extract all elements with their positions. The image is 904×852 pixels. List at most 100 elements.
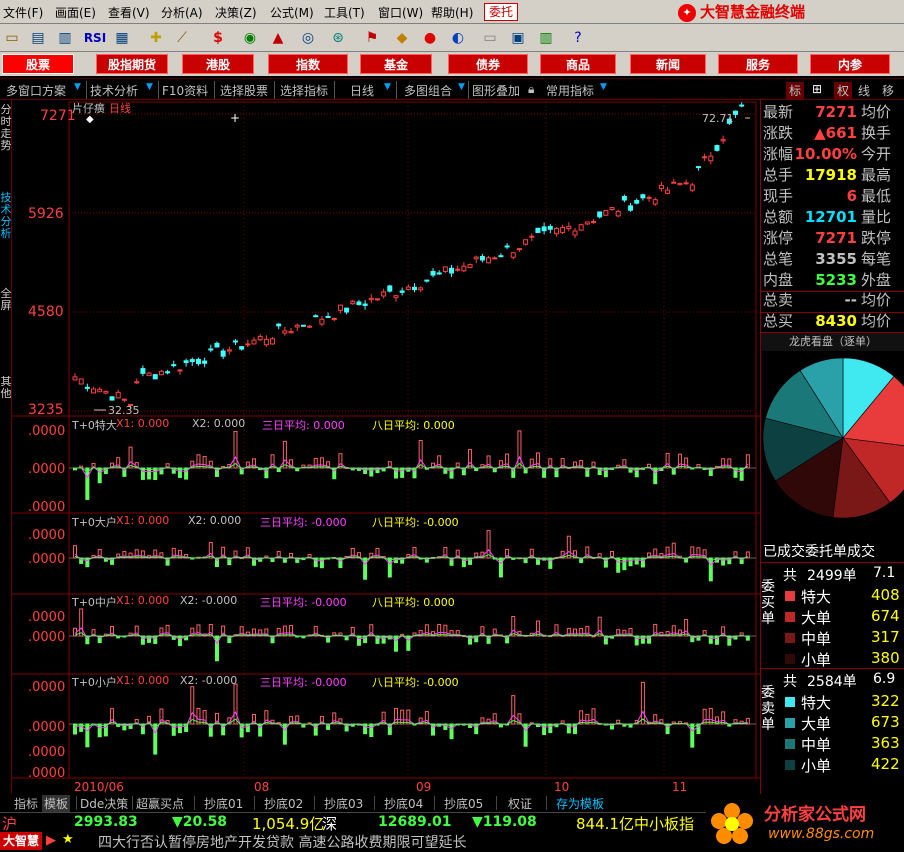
grid-toggle-icon[interactable]: ⊞: [812, 82, 822, 96]
nav-fund[interactable]: 基金: [360, 54, 432, 74]
tab-rights[interactable]: 权: [834, 82, 853, 99]
crosshair-icon[interactable]: ✚: [146, 28, 166, 48]
dropdown-arrow-icon[interactable]: ▼: [146, 82, 153, 92]
dropdown-arrow-icon[interactable]: ▼: [600, 82, 607, 92]
quote-right-label: 换手: [861, 124, 892, 142]
dropdown-arrow-icon[interactable]: ▼: [384, 82, 391, 92]
multi-window-scheme[interactable]: 多窗口方案: [6, 82, 66, 99]
tab-line[interactable]: 线: [858, 82, 870, 99]
nav-index[interactable]: 指数: [268, 54, 348, 74]
menu-tools[interactable]: 工具(T): [324, 4, 365, 21]
side-tab-technical[interactable]: 技术分析: [0, 192, 12, 254]
bottom-tab-warrant[interactable]: 权证: [508, 795, 532, 812]
lock-icon[interactable]: 🔒︎: [528, 82, 534, 97]
menu-help[interactable]: 帮助(H): [431, 4, 473, 21]
separator: [274, 81, 275, 99]
open-folder-icon[interactable]: ▭: [2, 28, 22, 48]
nav-hk-stock[interactable]: 港股: [182, 54, 254, 74]
quote-value: 5233: [815, 271, 857, 289]
select-indicator[interactable]: 选择指标: [280, 82, 328, 99]
books-icon[interactable]: ▥: [536, 28, 556, 48]
dragon-panel-title[interactable]: 龙虎看盘（逐单）: [761, 333, 904, 351]
lips-icon[interactable]: ●: [420, 28, 440, 48]
bottom-tab-bottom02[interactable]: 抄底02: [264, 795, 303, 812]
bottom-tab-dde[interactable]: Dde决策: [80, 795, 128, 812]
side-tab-fullscreen[interactable]: 全屏: [0, 288, 12, 318]
tab-move[interactable]: 移: [882, 82, 894, 99]
money-icon[interactable]: $: [208, 28, 228, 48]
brand-logo-icon: ✦: [678, 3, 696, 22]
candle-body: [418, 287, 424, 291]
side-tab-other[interactable]: 其他: [0, 376, 12, 406]
quote-right-label: 量比: [861, 208, 892, 226]
common-indicators[interactable]: 常用指标: [546, 82, 594, 99]
tab-mark[interactable]: 标: [786, 82, 805, 99]
select-stock[interactable]: 选择股票: [220, 82, 268, 99]
nav-stock[interactable]: 股票: [2, 54, 74, 74]
buy-side-label: 委买单: [761, 579, 775, 627]
chart-area[interactable]: + ◆ 片仔癀 日线 7271 5926 4580 3235 72.71 32.3…: [12, 100, 760, 794]
quote-right-label: 均价: [861, 291, 892, 309]
separator: [314, 796, 315, 810]
bottom-tab-indicator[interactable]: 指标: [14, 795, 38, 812]
buy-item-label: 大单: [801, 609, 832, 627]
indicator-bar: [486, 530, 491, 559]
indicator-tick: .0000: [28, 766, 66, 781]
rank-icon[interactable]: ▲: [268, 28, 288, 48]
period-daily[interactable]: 日线: [350, 82, 374, 99]
nav-commodity[interactable]: 商品: [540, 54, 616, 74]
menu-window[interactable]: 窗口(W): [378, 4, 423, 21]
side-tab-intraday[interactable]: 分时走势: [0, 104, 12, 166]
nav-research[interactable]: 内参: [810, 54, 890, 74]
help-pointer-icon[interactable]: ?: [568, 28, 588, 48]
globe-icon[interactable]: ◐: [448, 28, 468, 48]
menu-view-screen[interactable]: 画面(E): [55, 4, 96, 21]
menu-analysis[interactable]: 分析(A): [161, 4, 203, 21]
app-window: 文件(F) 画面(E) 查看(V) 分析(A) 决策(Z) 公式(M) 工具(T…: [0, 0, 904, 852]
dropdown-arrow-icon[interactable]: ▼: [458, 82, 465, 92]
candle-body: [430, 270, 436, 276]
ruler-icon[interactable]: ⟋: [172, 28, 192, 48]
menu-formula[interactable]: 公式(M): [270, 4, 314, 21]
avg3-line: [74, 455, 749, 479]
printer-icon[interactable]: ▭: [480, 28, 500, 48]
binoculars-icon[interactable]: ◎: [298, 28, 318, 48]
dropdown-arrow-icon[interactable]: ▼: [74, 82, 81, 92]
chart-overlay[interactable]: 图形叠加: [472, 82, 520, 99]
trust-button[interactable]: 委托: [484, 3, 518, 21]
nav-news[interactable]: 新闻: [630, 54, 706, 74]
nav-bond[interactable]: 债券: [448, 54, 528, 74]
menu-view[interactable]: 查看(V): [108, 4, 150, 21]
quote-table-icon[interactable]: ▦: [112, 28, 132, 48]
minute-chart-icon[interactable]: ▤: [28, 28, 48, 48]
sme-board-index[interactable]: 中小板指: [634, 813, 694, 831]
date-label: 09: [416, 780, 432, 794]
bottom-tab-super-buy[interactable]: 超赢买点: [136, 795, 184, 812]
menu-file[interactable]: 文件(F): [3, 4, 43, 21]
diamond-icon[interactable]: ◆: [392, 28, 412, 48]
indicator-2-x2: X2: 0.000: [188, 514, 242, 527]
window-icon[interactable]: ▣: [508, 28, 528, 48]
menu-decision[interactable]: 决策(Z): [215, 4, 257, 21]
quote-row: 总笔 3355 每笔: [761, 249, 904, 270]
kline-chart-icon[interactable]: ▥: [55, 28, 75, 48]
technical-analysis-menu[interactable]: 技术分析: [90, 82, 138, 99]
candle-body: [202, 360, 208, 364]
bottom-tab-bottom03[interactable]: 抄底03: [324, 795, 363, 812]
bottom-tab-template[interactable]: 模板: [42, 795, 71, 812]
nav-index-futures[interactable]: 股指期货: [96, 54, 168, 74]
quote-right-label: 最低: [861, 187, 892, 205]
rsi-icon[interactable]: RSI: [82, 28, 108, 48]
multi-chart-combo[interactable]: 多图组合: [404, 82, 452, 99]
bottom-tab-bottom04[interactable]: 抄底04: [384, 795, 423, 812]
ticker-headline[interactable]: 四大行否认暂停房地产开发贷款 高速公路收费期限可望延长: [98, 832, 466, 852]
save-template-button[interactable]: 存为模板: [556, 795, 604, 812]
bottom-tab-bottom01[interactable]: 抄底01: [204, 795, 243, 812]
f10-info[interactable]: F10资料: [162, 82, 208, 99]
nav-service[interactable]: 服务: [718, 54, 798, 74]
radar-icon[interactable]: ⊛: [328, 28, 348, 48]
bottom-tab-bottom05[interactable]: 抄底05: [444, 795, 483, 812]
indicator-icon[interactable]: ◉: [240, 28, 260, 48]
alert-icon[interactable]: ⚑: [362, 28, 382, 48]
quote-label: 总手: [763, 166, 794, 184]
